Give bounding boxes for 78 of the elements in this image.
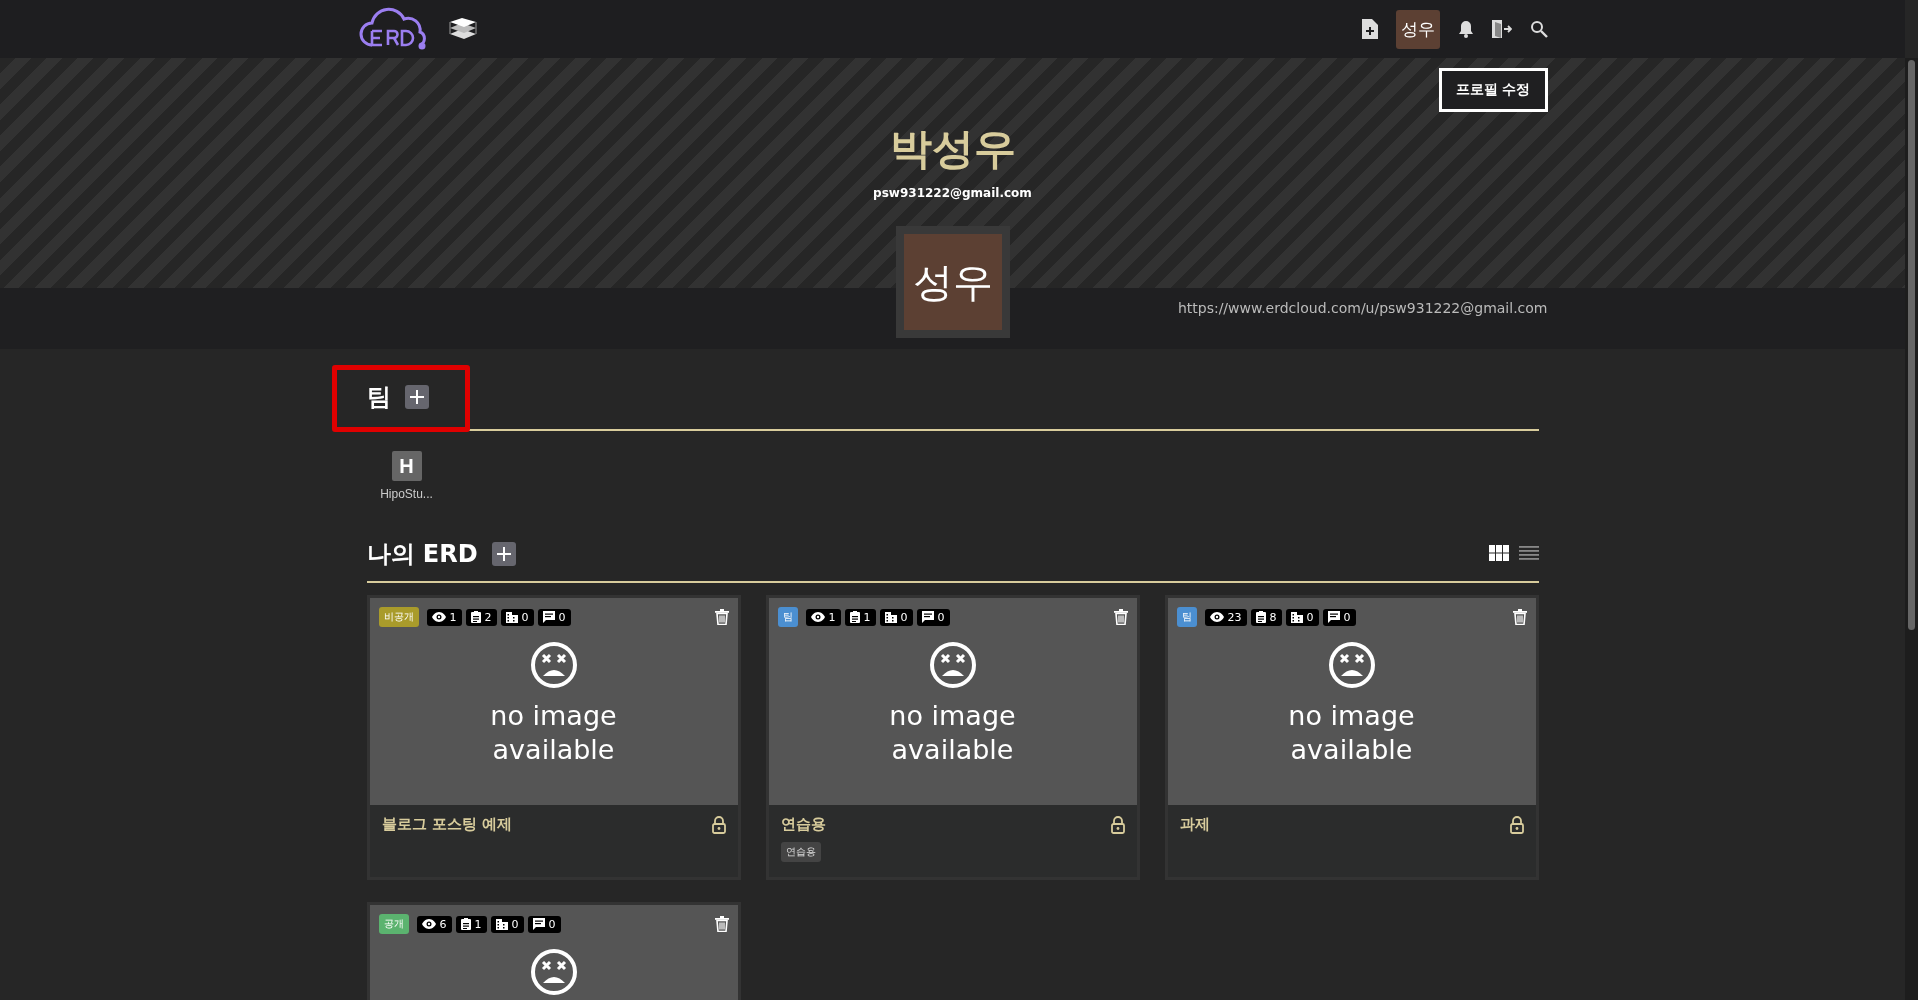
logout-icon[interactable]: [1491, 20, 1512, 38]
lock-icon[interactable]: [1509, 815, 1524, 834]
profile-email: psw931222@gmail.com: [873, 186, 1032, 201]
building-icon: [1290, 611, 1303, 623]
lock-icon[interactable]: [1110, 815, 1125, 834]
eye-icon: [810, 612, 825, 622]
stat-count: 0: [548, 917, 556, 931]
comment-icon: [532, 918, 545, 930]
stat-count: 0: [558, 610, 566, 624]
eye-icon: [421, 919, 436, 929]
erd-title: 블로그 포스팅 예제: [381, 815, 512, 834]
no-image-text: no image available: [1287, 699, 1416, 767]
add-erd-button[interactable]: [491, 542, 516, 566]
building-icon: [884, 611, 897, 623]
stat-count: 6: [439, 917, 447, 931]
no-image-text: no image available: [888, 699, 1017, 767]
plus-icon: [496, 547, 511, 561]
erd-title: 연습용: [780, 815, 826, 834]
scrollbar[interactable]: [1905, 58, 1918, 1000]
stat-count: 0: [521, 610, 529, 624]
clipboard-icon: [460, 918, 471, 930]
stat-count: 1: [863, 610, 871, 624]
building-icon: [505, 611, 518, 623]
clipboard-icon: [1255, 611, 1266, 623]
grid-view-icon[interactable]: [1488, 544, 1509, 561]
stat-count: 0: [511, 917, 519, 931]
list-view-icon[interactable]: [1518, 544, 1539, 561]
stat-count: 0: [1343, 610, 1351, 624]
edit-profile-button[interactable]: 프로필 수정: [1438, 68, 1548, 112]
visibility-badge: 공개: [378, 914, 409, 934]
search-icon[interactable]: [1529, 20, 1548, 38]
erd-card[interactable]: 공개 6 1 0 0: [366, 902, 741, 1000]
tag: 연습용: [780, 842, 821, 862]
new-file-icon[interactable]: [1361, 19, 1378, 39]
avatar-button[interactable]: 성우: [1395, 9, 1440, 49]
lock-icon[interactable]: [711, 815, 726, 834]
team-item[interactable]: H HipoStu...: [366, 451, 447, 501]
stat-count: 0: [1306, 610, 1314, 624]
bell-icon[interactable]: [1457, 20, 1474, 38]
stat-count: 1: [474, 917, 482, 931]
trash-icon[interactable]: [1512, 609, 1527, 625]
visibility-badge: 팀: [777, 607, 798, 627]
erd-card[interactable]: 팀 23 8 0 0 no image available 과제: [1164, 595, 1539, 880]
building-icon: [495, 918, 508, 930]
stat-count: 0: [900, 610, 908, 624]
dizzy-face-icon: [529, 641, 578, 689]
trash-icon[interactable]: [1113, 609, 1128, 625]
eye-icon: [431, 612, 446, 622]
erd-card[interactable]: 비공개 1 2 0 0 no image available 블로그 포스팅 예제: [366, 595, 741, 880]
trash-icon[interactable]: [714, 609, 729, 625]
plus-icon: [409, 390, 424, 404]
erd-title: 과제: [1179, 815, 1210, 834]
profile-avatar: 성우: [895, 226, 1010, 339]
clipboard-icon: [470, 611, 481, 623]
stat-count: 2: [484, 610, 492, 624]
comment-icon: [542, 611, 555, 623]
visibility-badge: 팀: [1176, 607, 1197, 627]
section-title: 나의 ERD: [366, 539, 478, 570]
dizzy-face-icon: [1327, 641, 1376, 689]
visibility-badge: 비공개: [378, 607, 419, 627]
comment-icon: [1327, 611, 1340, 623]
trash-icon[interactable]: [714, 916, 729, 932]
no-image-text: no image available: [489, 699, 618, 767]
comment-icon: [921, 611, 934, 623]
profile-name: 박성우: [888, 124, 1017, 175]
stat-count: 0: [937, 610, 945, 624]
section-title: 팀: [366, 382, 391, 413]
stat-count: 1: [449, 610, 457, 624]
stat-count: 1: [828, 610, 836, 624]
erd-card[interactable]: 팀 1 1 0 0 no image available 연습용 연습용: [765, 595, 1140, 880]
stat-count: 23: [1227, 610, 1242, 624]
dizzy-face-icon: [529, 948, 578, 996]
eye-icon: [1209, 612, 1224, 622]
profile-url[interactable]: https://www.erdcloud.com/u/psw931222@gmail.com: [1177, 300, 1548, 317]
stat-count: 8: [1269, 610, 1277, 624]
add-team-button[interactable]: [404, 385, 429, 409]
clipboard-icon: [849, 611, 860, 623]
dizzy-face-icon: [928, 641, 977, 689]
